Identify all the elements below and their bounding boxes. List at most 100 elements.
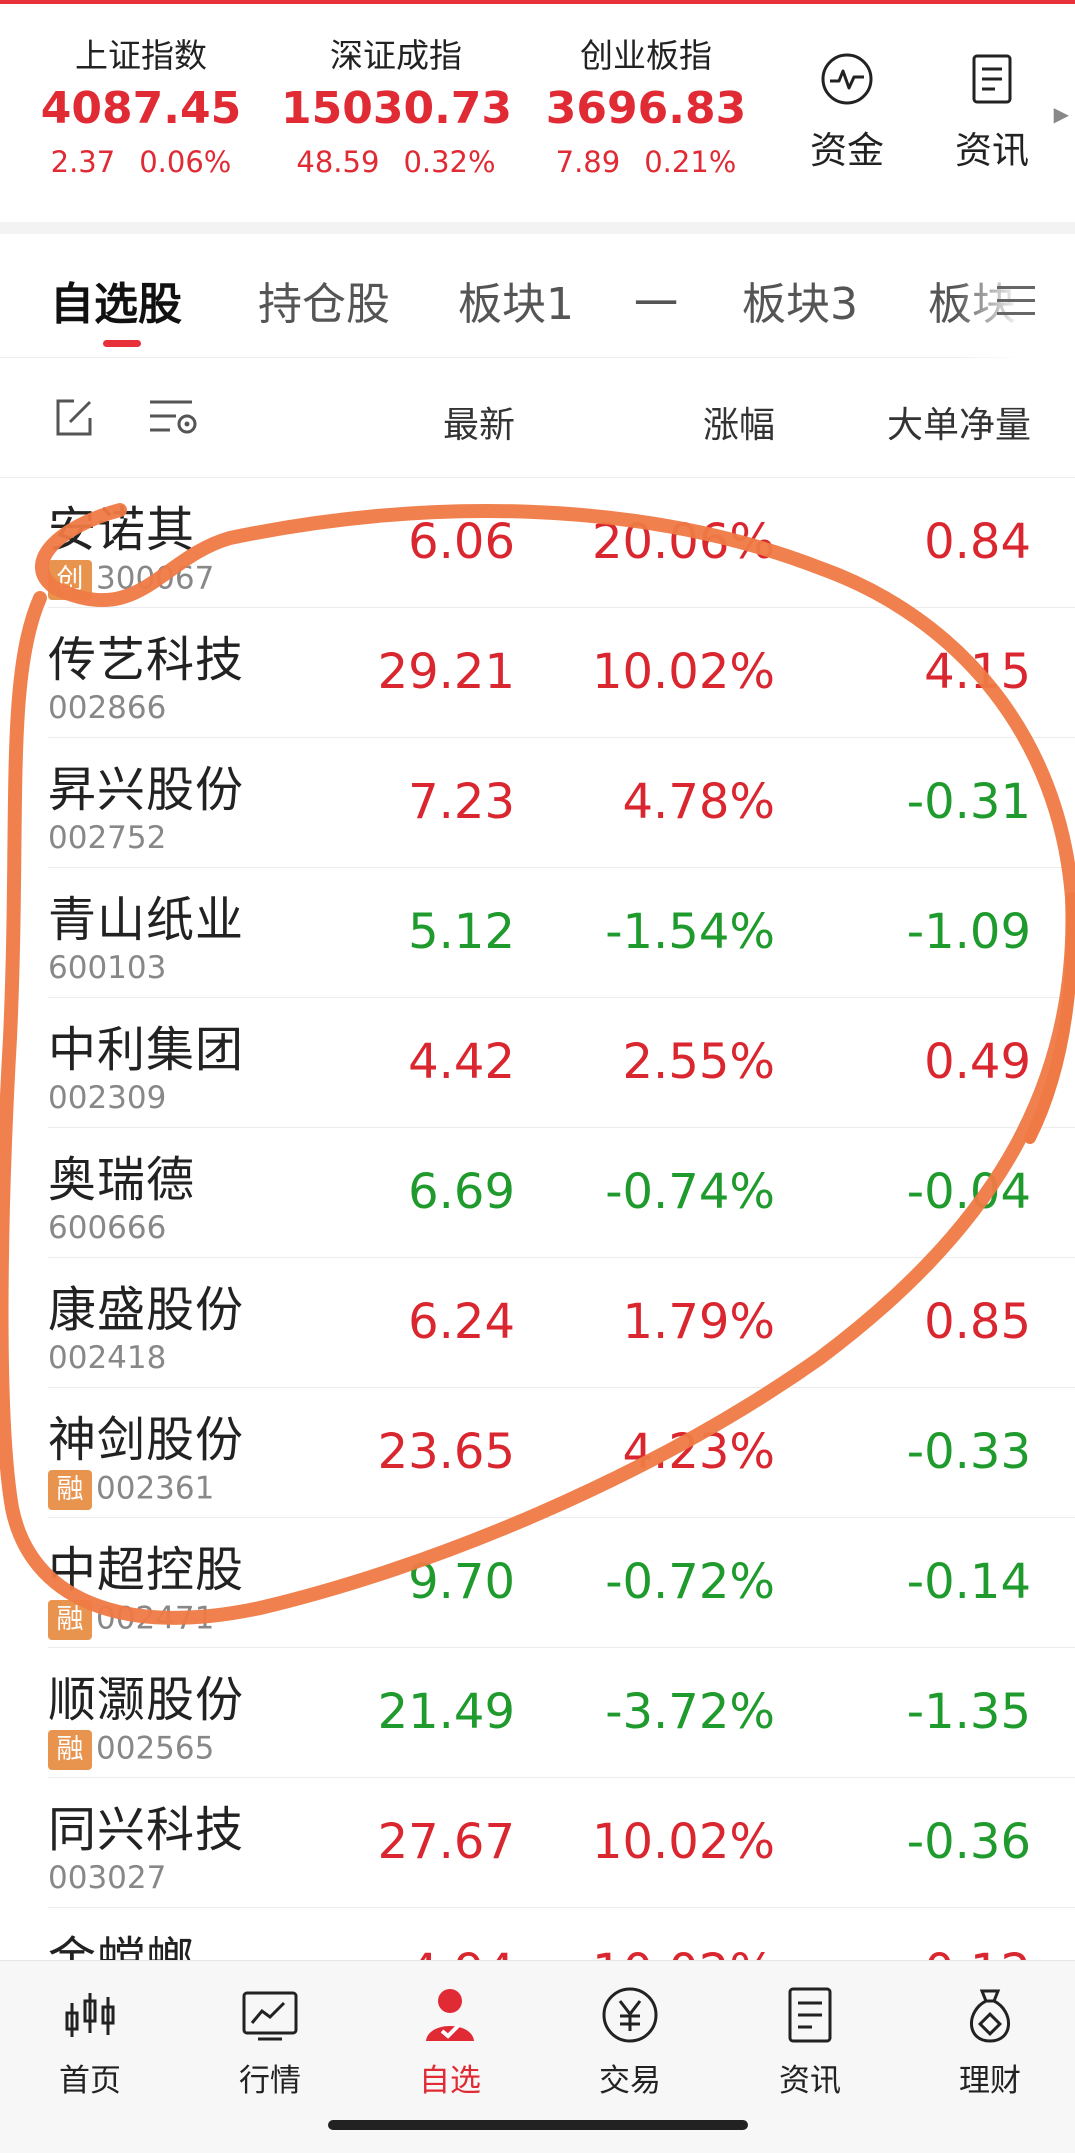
tab-sector-1[interactable]: 板块1	[458, 268, 574, 332]
nav-trade[interactable]: 交易	[570, 1985, 690, 2100]
index-name: 创业板指	[580, 36, 712, 75]
tab-watchlist[interactable]: 自选股	[50, 268, 182, 332]
document-icon	[965, 52, 1019, 106]
menu-icon[interactable]	[997, 286, 1035, 316]
stock-name: 中超控股	[48, 1542, 245, 1598]
stock-row[interactable]: 昇兴股份 002752 7.23 4.78% -0.31	[0, 738, 1075, 868]
stock-price: 23.65	[377, 1424, 515, 1480]
stock-name: 昇兴股份	[48, 762, 245, 818]
stock-row[interactable]: 传艺科技 002866 29.21 10.02% 4.15	[0, 608, 1075, 738]
stock-net-volume: -0.04	[906, 1164, 1031, 1220]
stock-price: 9.70	[408, 1554, 515, 1610]
nav-news[interactable]: 资讯	[750, 1985, 870, 2100]
stock-price: 29.21	[377, 644, 515, 700]
index-sse[interactable]: 上证指数 4087.45 2.37 0.06%	[26, 34, 256, 184]
stock-row[interactable]: 金螳螂 4.94 10.02% 0.12	[0, 1908, 1075, 1960]
nav-watchlist[interactable]: 自选	[390, 1985, 510, 2100]
funds-button[interactable]: 资金	[787, 52, 907, 174]
stock-net-volume: -0.36	[906, 1814, 1031, 1870]
stock-name: 传艺科技	[48, 632, 245, 688]
stock-code: 002866	[48, 690, 166, 726]
stock-row[interactable]: 神剑股份融 002361 23.65 4.23% -0.33	[0, 1388, 1075, 1518]
column-net-volume[interactable]: 大单净量	[887, 396, 1031, 448]
stock-code-text: 002565	[96, 1730, 215, 1767]
stock-row[interactable]: 康盛股份 002418 6.24 1.79% 0.85	[0, 1258, 1075, 1388]
stock-code-text: 600666	[48, 1210, 167, 1246]
stock-badge: 融	[48, 1600, 92, 1640]
watchlist-tabs: 自选股 持仓股 板块1 一 板块3 板块	[0, 234, 1075, 358]
nav-wealth[interactable]: 理财	[930, 1985, 1050, 2100]
stock-change-pct: 20.06%	[591, 514, 775, 570]
stock-row[interactable]: 顺灏股份融 002565 21.49 -3.72% -1.35	[0, 1648, 1075, 1778]
market-indices: 上证指数 4087.45 2.37 0.06% 深证成指 15030.73 48.…	[0, 4, 1075, 222]
stock-code: 002752	[48, 820, 166, 856]
stock-price: 27.67	[377, 1814, 515, 1870]
stock-price: 6.69	[408, 1164, 515, 1220]
column-pct[interactable]: 涨幅	[703, 396, 775, 448]
edit-icon[interactable]	[52, 396, 96, 440]
stock-row[interactable]: 奥瑞德 600666 6.69 -0.74% -0.04	[0, 1128, 1075, 1258]
nav-label: 首页	[59, 2063, 121, 2099]
tab-sector-2[interactable]: 一	[634, 268, 678, 332]
nav-label: 自选	[419, 2063, 481, 2099]
stock-row[interactable]: 同兴科技 003027 27.67 10.02% -0.36	[0, 1778, 1075, 1908]
stock-net-volume: -0.31	[906, 774, 1031, 830]
stock-code-text: 002752	[48, 820, 167, 856]
stock-name: 金螳螂	[48, 1932, 196, 1960]
user-check-icon	[420, 1985, 480, 2045]
tab-sector-3[interactable]: 板块3	[742, 268, 858, 332]
stock-change-pct: -3.72%	[605, 1684, 775, 1740]
stock-price: 6.06	[408, 514, 515, 570]
nav-home[interactable]: 首页	[30, 1985, 150, 2100]
stock-name: 同兴科技	[48, 1802, 245, 1858]
tab-holdings[interactable]: 持仓股	[258, 268, 390, 332]
stock-price: 6.24	[408, 1294, 515, 1350]
stock-price: 4.94	[408, 1944, 515, 1960]
active-tab-indicator	[103, 340, 141, 347]
home-indicator	[328, 2120, 748, 2130]
stock-badge: 融	[48, 1730, 92, 1770]
sort-settings-icon[interactable]	[148, 396, 200, 440]
nav-market[interactable]: 行情	[210, 1985, 330, 2100]
candlestick-icon	[60, 1985, 120, 2045]
index-change: 48.59	[296, 145, 380, 179]
stock-code-text: 002361	[96, 1470, 215, 1507]
nav-label: 行情	[239, 2063, 301, 2099]
index-value: 3696.83	[545, 83, 747, 134]
stock-name: 奥瑞德	[48, 1152, 196, 1208]
stock-name: 康盛股份	[48, 1282, 245, 1338]
index-szse[interactable]: 深证成指 15030.73 48.59 0.32%	[281, 34, 513, 184]
stock-code-text: 002309	[48, 1080, 167, 1116]
stock-name: 神剑股份	[48, 1412, 245, 1468]
stock-change-pct: -1.54%	[605, 904, 775, 960]
stock-name: 中利集团	[48, 1022, 245, 1078]
index-value: 4087.45	[40, 83, 242, 134]
stock-net-volume: 0.85	[924, 1294, 1031, 1350]
index-chinext[interactable]: 创业板指 3696.83 7.89 0.21%	[531, 34, 761, 184]
stock-code-text: 600103	[48, 950, 167, 986]
news-button[interactable]: 资讯	[932, 52, 1052, 174]
stock-row[interactable]: 安诺其创 300067 6.06 20.06% 0.84	[0, 478, 1075, 608]
stock-net-volume: -1.09	[906, 904, 1031, 960]
stock-price: 5.12	[408, 904, 515, 960]
stock-change-pct: -0.74%	[605, 1164, 775, 1220]
stock-code-text: 002471	[96, 1600, 215, 1637]
stock-name: 安诺其	[48, 502, 196, 558]
index-name: 深证成指	[330, 36, 462, 75]
stock-code: 融 002565	[48, 1730, 214, 1770]
stock-code: 600666	[48, 1210, 166, 1246]
stock-code-text: 002866	[48, 690, 167, 726]
index-pct: 0.21%	[644, 145, 737, 179]
chevron-right-icon[interactable]: ▶	[1054, 102, 1069, 126]
stock-price: 21.49	[377, 1684, 515, 1740]
chart-icon	[240, 1985, 300, 2045]
index-name: 上证指数	[75, 36, 207, 75]
stock-change-pct: 4.78%	[622, 774, 775, 830]
stock-code: 融 002471	[48, 1600, 214, 1640]
stock-row[interactable]: 中利集团 002309 4.42 2.55% 0.49	[0, 998, 1075, 1128]
column-price[interactable]: 最新	[443, 396, 515, 448]
stock-row[interactable]: 青山纸业 600103 5.12 -1.54% -1.09	[0, 868, 1075, 998]
stock-row[interactable]: 中超控股融 002471 9.70 -0.72% -0.14	[0, 1518, 1075, 1648]
stock-net-volume: 0.84	[924, 514, 1031, 570]
index-value: 15030.73	[281, 83, 513, 134]
